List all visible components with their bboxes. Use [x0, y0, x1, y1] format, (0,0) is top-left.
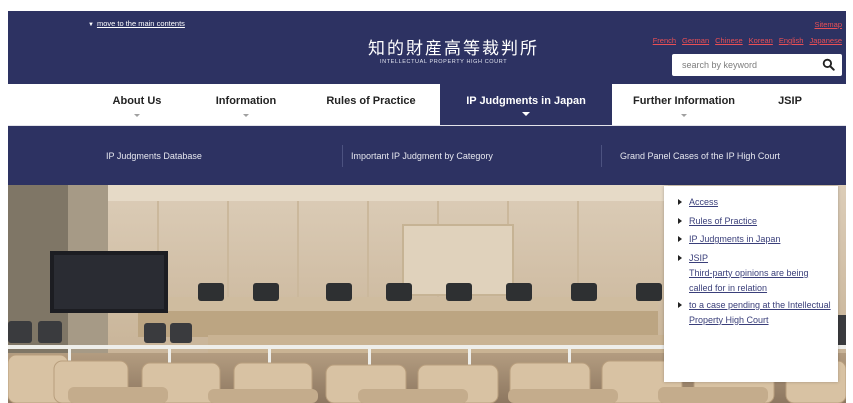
quick-link-rules-of-practice[interactable]: Rules of Practice	[689, 216, 757, 226]
skip-to-content-link[interactable]: ▼ move to the main contents	[88, 19, 185, 28]
lang-french-link[interactable]: French	[653, 36, 676, 45]
lang-english-link[interactable]: English	[779, 36, 804, 45]
nav-label: About Us	[112, 95, 162, 107]
site-header: ▼ move to the main contents 知的財産高等裁判所 INT…	[8, 11, 846, 84]
nav-about-us[interactable]: About Us	[88, 84, 186, 125]
subnav-divider	[601, 145, 602, 167]
sub-nav: IP Judgments Database Important IP Judgm…	[8, 126, 846, 185]
lang-german-link[interactable]: German	[682, 36, 709, 45]
quick-link-jsip[interactable]: JSIP	[689, 253, 708, 263]
chevron-down-icon	[243, 114, 249, 117]
subnav-grand-panel-cases[interactable]: Grand Panel Cases of the IP High Court	[620, 126, 780, 185]
chevron-down-icon	[681, 114, 687, 117]
search-icon[interactable]	[822, 58, 835, 71]
third-party-opinions-notice-link[interactable]: Third-party opinions are being called fo…	[664, 266, 819, 297]
nav-rules-of-practice[interactable]: Rules of Practice	[308, 84, 434, 125]
nav-label: IP Judgments in Japan	[466, 95, 586, 107]
triangle-down-icon: ▼	[88, 22, 94, 28]
language-links: French German Chinese Korean English Jap…	[653, 36, 842, 45]
pending-case-notice-link[interactable]: to a case pending at the Intellectual Pr…	[689, 300, 831, 325]
nav-further-information[interactable]: Further Information	[625, 84, 743, 125]
quick-links-list-2: to a case pending at the Intellectual Pr…	[664, 297, 838, 328]
list-item: IP Judgments in Japan	[678, 230, 838, 249]
search-input[interactable]	[672, 54, 822, 76]
main-nav: About Us Information Rules of Practice I…	[8, 84, 846, 126]
quick-links-panel: Access Rules of Practice IP Judgments in…	[664, 186, 838, 382]
list-item: to a case pending at the Intellectual Pr…	[678, 297, 838, 328]
list-item: Rules of Practice	[678, 212, 838, 231]
search-box	[672, 54, 842, 76]
list-item: Access	[678, 193, 838, 212]
subnav-important-ip-judgment-by-category[interactable]: Important IP Judgment by Category	[351, 126, 493, 185]
lang-japanese-link[interactable]: Japanese	[809, 36, 842, 45]
nav-information[interactable]: Information	[196, 84, 296, 125]
triangle-right-icon	[678, 199, 682, 205]
chevron-down-icon	[134, 114, 140, 117]
logo-japanese[interactable]: 知的財産高等裁判所	[368, 34, 539, 59]
sitemap-link[interactable]: Sitemap	[814, 20, 842, 29]
chevron-down-icon	[522, 112, 530, 116]
triangle-right-icon	[678, 217, 682, 224]
subnav-divider	[342, 145, 343, 167]
nav-label: Rules of Practice	[326, 95, 416, 107]
triangle-right-icon	[678, 301, 682, 308]
nav-label: JSIP	[778, 95, 802, 107]
nav-label: Further Information	[632, 95, 736, 107]
quick-link-access[interactable]: Access	[689, 197, 718, 207]
quick-links-list: Access Rules of Practice IP Judgments in…	[664, 186, 838, 267]
skip-link-label: move to the main contents	[96, 19, 185, 28]
triangle-right-icon	[678, 254, 682, 261]
logo-english[interactable]: INTELLECTUAL PROPERTY HIGH COURT	[380, 59, 507, 65]
quick-link-ip-judgments-in-japan[interactable]: IP Judgments in Japan	[689, 234, 780, 244]
nav-jsip[interactable]: JSIP	[760, 84, 820, 125]
triangle-right-icon	[678, 236, 682, 242]
lang-chinese-link[interactable]: Chinese	[715, 36, 743, 45]
lang-korean-link[interactable]: Korean	[749, 36, 773, 45]
nav-label: Information	[215, 95, 277, 107]
list-item: JSIP	[678, 249, 838, 268]
nav-ip-judgments-in-japan[interactable]: IP Judgments in Japan	[440, 84, 612, 125]
subnav-ip-judgments-database[interactable]: IP Judgments Database	[106, 126, 202, 185]
